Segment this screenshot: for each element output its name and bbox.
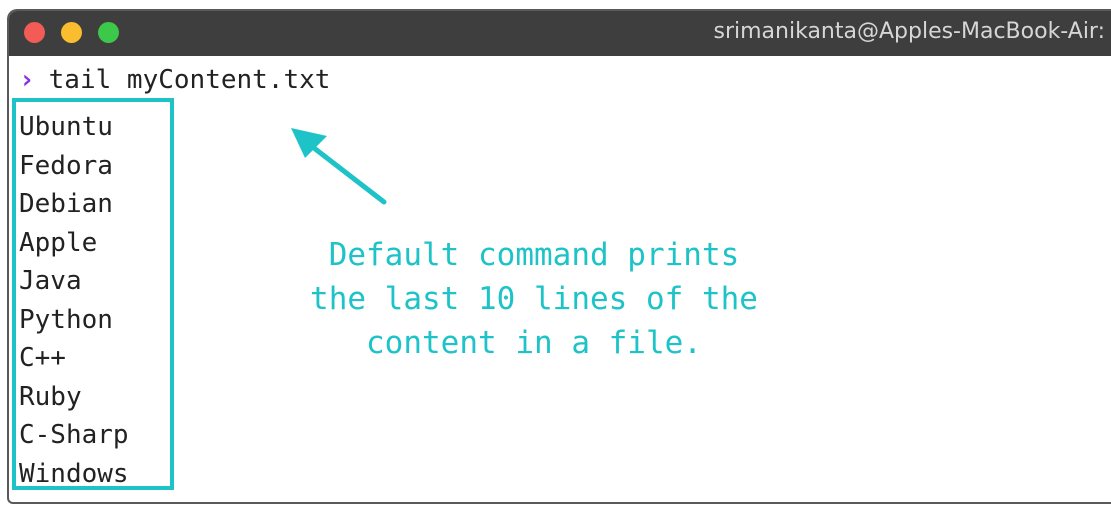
- command-line: › tail myContent.txt: [19, 65, 330, 95]
- title-bar[interactable]: srimanikanta@Apples-MacBook-Air:: [9, 11, 1111, 56]
- prompt-chevron-icon: ›: [19, 65, 35, 95]
- terminal-content[interactable]: › tail myContent.txt Ubuntu Fedora Debian…: [9, 56, 1111, 502]
- output-highlight-box: [12, 98, 174, 490]
- terminal-window: srimanikanta@Apples-MacBook-Air: › tail m…: [7, 9, 1111, 504]
- minimize-button[interactable]: [61, 22, 82, 43]
- annotation-line: the last 10 lines of the: [310, 281, 758, 317]
- annotation-arrow-icon: [291, 128, 387, 205]
- annotation-line: Default command prints: [328, 237, 740, 273]
- window-title: srimanikanta@Apples-MacBook-Air:: [713, 19, 1106, 44]
- annotation-line: content in a file.: [366, 325, 702, 361]
- annotation-text: Default command prints the last 10 lines…: [289, 233, 779, 365]
- close-button[interactable]: [24, 22, 45, 43]
- command-text: tail myContent.txt: [48, 65, 331, 95]
- zoom-button[interactable]: [98, 22, 119, 43]
